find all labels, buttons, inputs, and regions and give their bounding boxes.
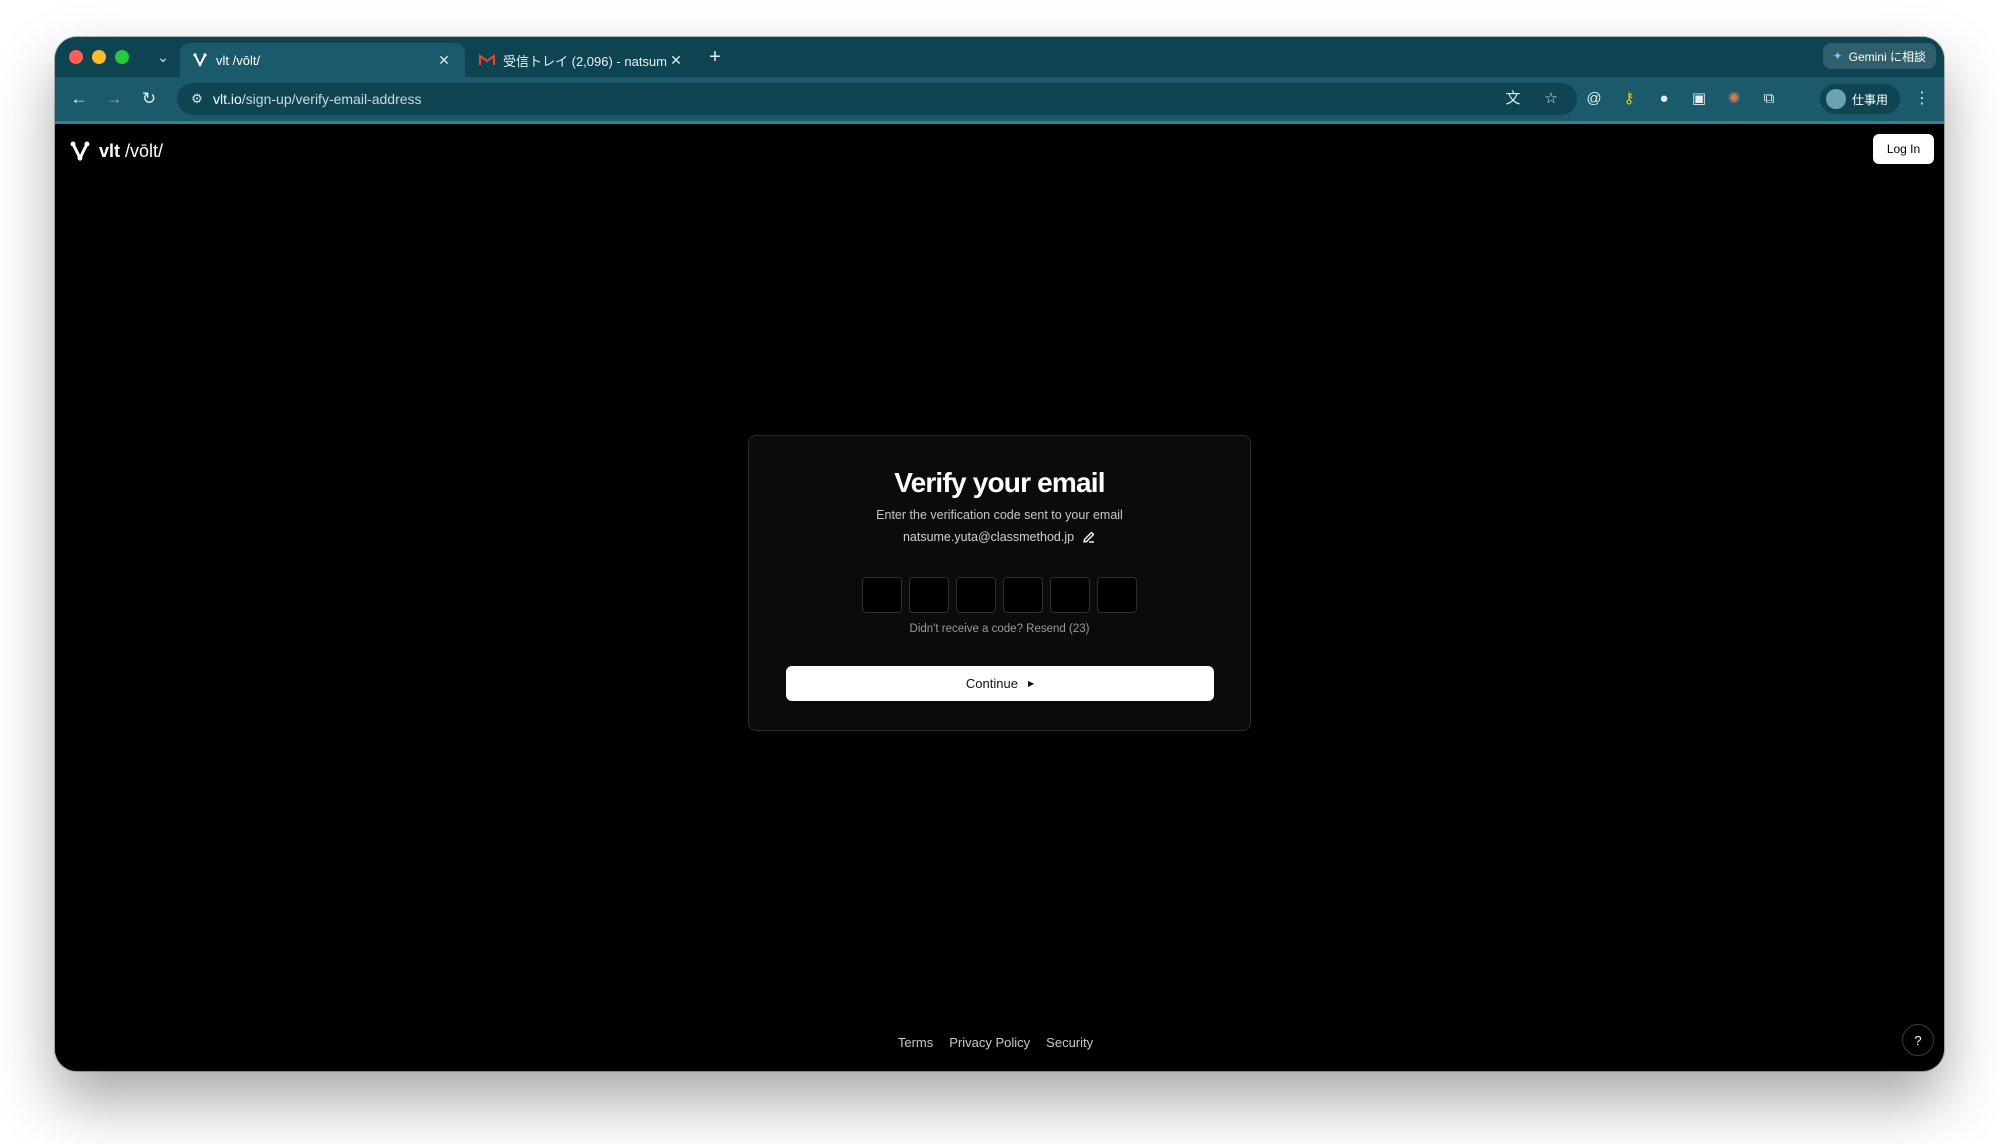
tab-strip: ⌄ vlt /vōlt/ ✕ 受信トレイ (2,096) - natsume ✕… <box>55 37 1944 77</box>
site-logo[interactable]: vlt /vōlt/ <box>69 140 163 162</box>
resend-code-link[interactable]: Didn't receive a code? Resend (23) <box>749 623 1250 635</box>
otp-digit-3[interactable] <box>956 577 996 613</box>
more-menu-icon[interactable]: ⋮ <box>1910 87 1934 111</box>
otp-digit-2[interactable] <box>909 577 949 613</box>
profile-label: 仕事用 <box>1851 92 1888 107</box>
gmail-icon <box>479 52 495 68</box>
bookmark-star-icon[interactable]: ☆ <box>1539 87 1563 111</box>
reload-icon[interactable]: ↻ <box>137 87 161 111</box>
extensions-puzzle-icon[interactable]: ⧉ <box>1757 87 1781 111</box>
gemini-button[interactable]: ✦ Gemini に相談 <box>1822 43 1936 69</box>
back-arrow-icon[interactable]: ← <box>67 87 91 111</box>
footer-link-privacy[interactable]: Privacy Policy <box>949 1035 1030 1050</box>
continue-button[interactable]: Continue ▶ <box>786 666 1214 701</box>
help-question-icon[interactable]: ? <box>1902 1024 1934 1056</box>
verify-subtitle: Enter the verification code sent to your… <box>876 508 1123 522</box>
vlt-logo-icon <box>192 52 208 68</box>
extension-asterisk-icon[interactable]: ✺ <box>1722 87 1746 111</box>
footer-links: Terms Privacy Policy Security <box>55 1035 1944 1050</box>
vlt-logo-icon <box>70 141 90 162</box>
extension-bag-icon[interactable]: ▣ <box>1687 87 1711 111</box>
address-bar[interactable]: ⚙ vlt.io/sign-up/verify-email-address 文 … <box>177 83 1577 115</box>
site-settings-icon[interactable]: ⚙ <box>183 91 211 107</box>
url-text: vlt.io/sign-up/verify-email-address <box>213 91 422 107</box>
maximize-window-button[interactable] <box>115 50 129 64</box>
caret-right-icon: ▶ <box>1027 679 1035 688</box>
tab-title: 受信トレイ (2,096) - natsume <box>503 53 667 69</box>
avatar <box>1825 89 1846 109</box>
otp-input-group <box>862 577 1137 613</box>
tab-vlt[interactable]: vlt /vōlt/ ✕ <box>180 43 465 77</box>
close-window-button[interactable] <box>69 50 83 64</box>
logo-text: vlt /vōlt/ <box>99 140 164 161</box>
forward-arrow-icon[interactable]: → <box>102 87 126 111</box>
close-tab-icon[interactable]: ✕ <box>667 51 685 69</box>
tab-title: vlt /vōlt/ <box>216 52 261 68</box>
gemini-sparkle-icon: ✦ <box>1832 49 1843 63</box>
tab-search-chevron-icon[interactable]: ⌄ <box>151 45 175 69</box>
email-address: natsume.yuta@classmethod.jp <box>902 530 1075 544</box>
close-tab-icon[interactable]: ✕ <box>435 51 453 69</box>
otp-digit-4[interactable] <box>1003 577 1043 613</box>
browser-toolbar: ← → ↻ ⚙ vlt.io/sign-up/verify-email-addr… <box>55 77 1944 124</box>
verify-email-card: Verify your email Enter the verification… <box>748 435 1251 731</box>
extension-drop-icon[interactable]: ● <box>1652 87 1676 111</box>
profile-button[interactable]: 仕事用 <box>1819 84 1900 114</box>
footer-link-terms[interactable]: Terms <box>898 1035 933 1050</box>
footer-link-security[interactable]: Security <box>1046 1035 1093 1050</box>
email-row: natsume.yuta@classmethod.jp <box>749 530 1250 544</box>
browser-window: ⌄ vlt /vōlt/ ✕ 受信トレイ (2,096) - natsume ✕… <box>55 37 1944 1071</box>
page-title: Verify your email <box>894 467 1105 498</box>
otp-digit-5[interactable] <box>1050 577 1090 613</box>
otp-digit-6[interactable] <box>1097 577 1137 613</box>
extension-key-icon[interactable]: ⚷ <box>1617 87 1641 111</box>
tab-gmail[interactable]: 受信トレイ (2,096) - natsume ✕ <box>467 43 697 77</box>
continue-label: Continue <box>965 676 1018 691</box>
page-content: vlt /vōlt/ Log In Verify your email Ente… <box>55 124 1944 1071</box>
login-button[interactable]: Log In <box>1873 134 1934 164</box>
minimize-window-button[interactable] <box>92 50 106 64</box>
otp-digit-1[interactable] <box>862 577 902 613</box>
extension-at-icon[interactable]: @ <box>1582 87 1606 111</box>
new-tab-button[interactable]: + <box>703 45 727 69</box>
gemini-label: Gemini に相談 <box>1848 49 1926 64</box>
edit-pencil-icon[interactable] <box>1082 530 1096 544</box>
translate-icon[interactable]: 文 <box>1501 87 1525 111</box>
